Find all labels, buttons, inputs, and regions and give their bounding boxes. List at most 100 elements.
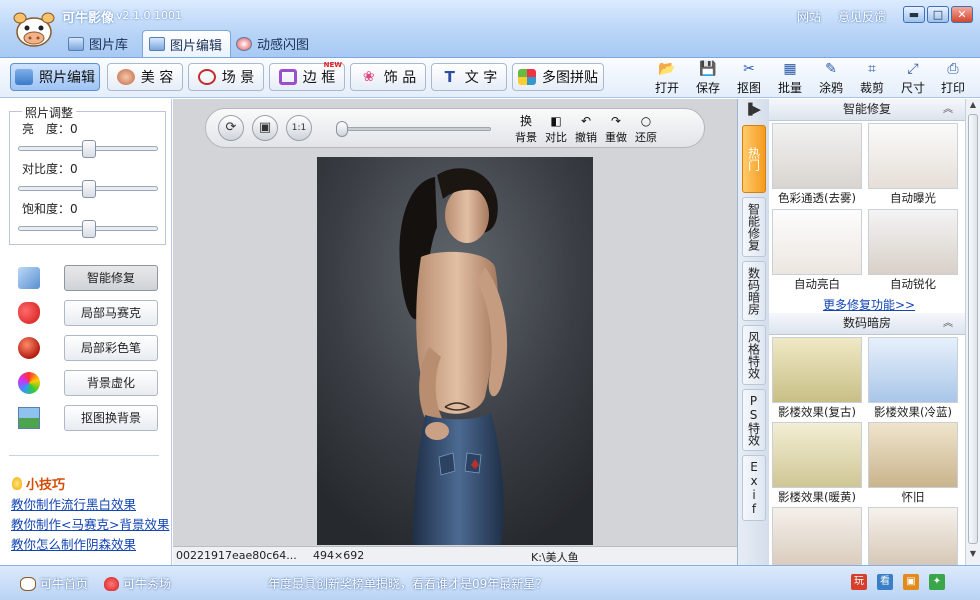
tab-smart-repair[interactable]: 智能修复 bbox=[742, 197, 766, 257]
zoom-thumb[interactable] bbox=[336, 121, 348, 137]
batch-icon: ▦ bbox=[783, 61, 797, 77]
home-link[interactable]: 可牛首页 bbox=[20, 575, 88, 592]
scroll-down-icon[interactable]: ▼ bbox=[967, 549, 979, 563]
website-link[interactable]: 网站 bbox=[797, 8, 821, 25]
tips-title: 小技巧 bbox=[12, 474, 65, 493]
tab-darkroom[interactable]: 数码暗房 bbox=[742, 261, 766, 321]
tip-link-gloomy[interactable]: 教你怎么制作阴森效果 bbox=[11, 534, 136, 553]
save-button[interactable]: 💾 保存 bbox=[689, 60, 727, 96]
tab-photo-library[interactable]: 图片库 bbox=[62, 30, 136, 57]
batch-button[interactable]: ▦ 批量 bbox=[771, 60, 809, 96]
effect-studio-cool-blue[interactable]: 影楼效果(冷蓝) bbox=[867, 337, 959, 421]
effect-next-2[interactable] bbox=[867, 507, 959, 565]
more-repair-link[interactable]: 更多修复功能>> bbox=[823, 296, 915, 313]
show-link[interactable]: 可牛秀场 bbox=[104, 575, 171, 592]
resize-button[interactable]: ⤢ 尺寸 bbox=[894, 60, 932, 96]
status-path: K:\美人鱼 bbox=[531, 551, 579, 564]
section-title: 数码暗房 bbox=[842, 316, 891, 330]
effects-scrollbar[interactable]: ▲ ▼ bbox=[965, 99, 980, 565]
tab-animation[interactable]: 动感闪图 bbox=[230, 30, 317, 57]
actual-size-button[interactable]: 1:1 bbox=[286, 115, 312, 141]
effect-auto-sharpen[interactable]: 自动锐化 bbox=[867, 209, 959, 293]
tab-style-effects[interactable]: 风格特效 bbox=[742, 325, 766, 385]
zoom-slider[interactable] bbox=[336, 121, 491, 137]
accessory-button[interactable]: ❀ 饰 品 bbox=[350, 63, 426, 91]
beauty-button[interactable]: 美 容 bbox=[107, 63, 183, 91]
effect-dehaze[interactable]: 色彩通透(去雾) bbox=[771, 123, 863, 207]
scene-button[interactable]: 场 景 bbox=[188, 63, 264, 91]
local-color-pen-button[interactable]: 局部彩色笔 bbox=[64, 335, 158, 361]
scroll-up-icon[interactable]: ▲ bbox=[967, 100, 979, 114]
maximize-button[interactable]: □ bbox=[927, 6, 949, 23]
tab-exif[interactable]: Exif bbox=[742, 455, 766, 521]
open-button[interactable]: 📂 打开 bbox=[648, 60, 686, 96]
collapse-chevron-icon[interactable]: ︽ bbox=[943, 99, 953, 120]
photo-edit-button[interactable]: 照片编辑 bbox=[10, 63, 100, 91]
face-icon bbox=[116, 69, 135, 85]
effect-next-1[interactable] bbox=[771, 507, 863, 565]
label-text: 亮 度： bbox=[22, 122, 71, 136]
contrast-slider[interactable] bbox=[18, 180, 158, 198]
brightness-slider[interactable] bbox=[18, 140, 158, 158]
fit-screen-button[interactable]: ▣ bbox=[252, 115, 278, 141]
restore-button[interactable]: ○ 还原 bbox=[632, 114, 660, 144]
photo-icon bbox=[15, 69, 33, 85]
cutout-button[interactable]: ✂ 抠图 bbox=[730, 60, 768, 96]
tip-link-bw[interactable]: 教你制作流行黑白效果 bbox=[11, 494, 136, 513]
print-button[interactable]: ⎙ 打印 bbox=[934, 60, 972, 96]
collage-button[interactable]: 多图拼贴 bbox=[512, 63, 604, 91]
share-icon[interactable]: ✦ bbox=[929, 574, 945, 590]
effect-studio-warm-yellow[interactable]: 影楼效果(暖黄) bbox=[771, 422, 863, 506]
background-tool-button[interactable]: 换背景 bbox=[512, 114, 540, 144]
scrollbar-thumb[interactable] bbox=[968, 114, 978, 544]
crop-button[interactable]: ⌗ 裁剪 bbox=[853, 60, 891, 96]
saturation-thumb[interactable] bbox=[82, 220, 96, 238]
contrast-thumb[interactable] bbox=[82, 180, 96, 198]
tab-photo-edit[interactable]: 图片编辑 bbox=[142, 30, 232, 57]
text-button[interactable]: T 文 字 bbox=[431, 63, 507, 91]
color-wheel-icon bbox=[18, 372, 40, 394]
background-blur-button[interactable]: 背景虚化 bbox=[64, 370, 158, 396]
button-label: 饰 品 bbox=[383, 70, 417, 86]
compare-button[interactable]: ◧ 对比 bbox=[542, 114, 570, 144]
button-label: 批量 bbox=[777, 81, 802, 95]
game-icon[interactable]: 玩 bbox=[851, 574, 867, 590]
doodle-button[interactable]: ✎ 涂鸦 bbox=[812, 60, 850, 96]
darkroom-header[interactable]: 数码暗房 ︽ bbox=[769, 313, 965, 335]
edited-photo[interactable] bbox=[317, 157, 593, 545]
collapse-chevron-icon[interactable]: ︽ bbox=[943, 313, 953, 334]
save-icon: 💾 bbox=[699, 61, 717, 77]
crop-icon: ⌗ bbox=[868, 61, 876, 77]
effect-auto-exposure[interactable]: 自动曝光 bbox=[867, 123, 959, 207]
collage-icon bbox=[518, 69, 536, 85]
saturation-slider[interactable] bbox=[18, 220, 158, 238]
feedback-link[interactable]: 意见反馈 bbox=[838, 8, 886, 25]
local-mosaic-button[interactable]: 局部马赛克 bbox=[64, 300, 158, 326]
rotate-button[interactable]: ⟳ bbox=[218, 115, 244, 141]
read-icon[interactable]: 看 bbox=[877, 574, 893, 590]
open-folder-icon: 📂 bbox=[658, 61, 676, 77]
tool-label: 还原 bbox=[635, 131, 657, 144]
tab-hot[interactable]: 热门 bbox=[742, 125, 766, 193]
effect-studio-vintage[interactable]: 影楼效果(复古) bbox=[771, 337, 863, 421]
effect-nostalgia[interactable]: 怀旧 bbox=[867, 422, 959, 506]
redo-button[interactable]: ↷ 重做 bbox=[602, 114, 630, 144]
brightness-thumb[interactable] bbox=[82, 140, 96, 158]
tab-ps-effects[interactable]: PS特效 bbox=[742, 389, 766, 451]
button-label: 美 容 bbox=[140, 70, 174, 86]
tip-link-mosaic[interactable]: 教你制作<马赛克>背景效果 bbox=[11, 514, 169, 533]
smart-repair-header[interactable]: 智能修复 ︽ bbox=[769, 99, 965, 121]
close-button[interactable]: ✕ bbox=[951, 6, 973, 23]
feature-smart-repair: 智能修复 bbox=[18, 265, 158, 291]
news-ticker[interactable]: 年度最具创新奖榜单揭晓，看看谁才是09年最新星？ bbox=[268, 575, 547, 592]
smart-repair-button[interactable]: 智能修复 bbox=[64, 265, 158, 291]
brightness-label: 亮 度：0 bbox=[22, 120, 78, 137]
link-text: 可牛首页 bbox=[40, 577, 89, 591]
frame-button[interactable]: 边 框 NEW bbox=[269, 61, 345, 91]
gift-icon[interactable]: ▣ bbox=[903, 574, 919, 590]
minimize-button[interactable]: ▬ bbox=[903, 6, 925, 23]
undo-button[interactable]: ↶ 撤销 bbox=[572, 114, 600, 144]
collapse-panel-icon[interactable]: ▐▶ bbox=[744, 103, 761, 116]
effect-auto-whiten[interactable]: 自动亮白 bbox=[771, 209, 863, 293]
replace-background-button[interactable]: 抠图换背景 bbox=[64, 405, 158, 431]
